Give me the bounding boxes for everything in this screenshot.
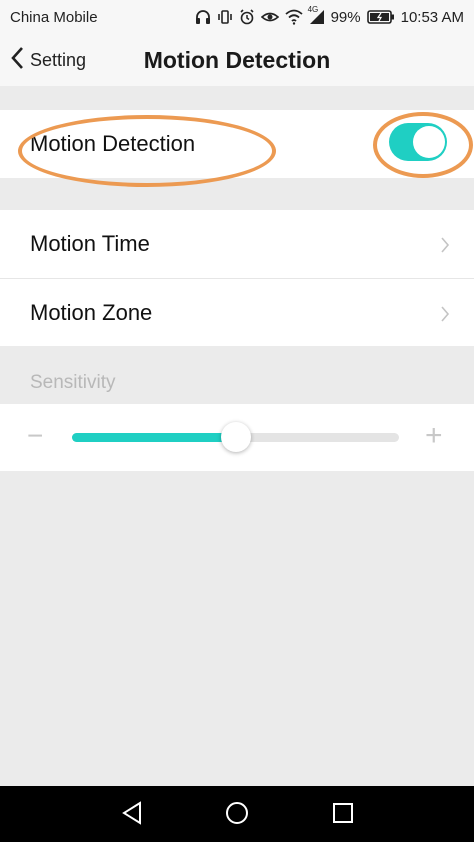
sensitivity-slider[interactable] xyxy=(72,422,399,452)
back-label: Setting xyxy=(30,49,87,70)
signal-icon: 4G xyxy=(308,5,325,25)
app-header: Setting Motion Detection xyxy=(0,34,474,86)
alarm-icon xyxy=(239,9,255,25)
eye-icon xyxy=(260,9,279,25)
motion-settings-card: Motion Time Motion Zone xyxy=(0,210,474,346)
clock: 10:53 AM xyxy=(400,8,464,26)
motion-zone-label: Motion Zone xyxy=(30,299,153,325)
vibrate-icon xyxy=(217,9,233,25)
motion-time-row[interactable]: Motion Time xyxy=(0,210,474,278)
chevron-right-icon xyxy=(440,303,450,329)
plus-icon[interactable]: + xyxy=(425,421,443,451)
slider-thumb[interactable] xyxy=(220,422,251,452)
toggle-knob xyxy=(413,126,445,158)
wifi-icon xyxy=(284,9,303,25)
battery-icon xyxy=(366,10,395,24)
carrier-name: China Mobile xyxy=(10,8,98,26)
motion-zone-row[interactable]: Motion Zone xyxy=(0,278,474,346)
chevron-right-icon xyxy=(440,234,450,260)
motion-time-label: Motion Time xyxy=(30,231,150,256)
chevron-left-icon xyxy=(10,46,24,75)
battery-percent: 99% xyxy=(330,8,361,26)
back-button[interactable]: Setting xyxy=(10,44,86,76)
motion-detection-toggle[interactable] xyxy=(389,123,447,161)
status-bar: China Mobile 4G 99% 10:53 AM xyxy=(0,0,474,34)
status-icons: 4G 99% 10:53 AM xyxy=(195,5,464,26)
home-circle-icon[interactable] xyxy=(224,800,250,831)
recents-square-icon[interactable] xyxy=(330,800,356,831)
network-type: 4G xyxy=(307,5,319,14)
back-triangle-icon[interactable] xyxy=(120,800,146,831)
motion-detection-label: Motion Detection xyxy=(30,131,196,156)
minus-icon[interactable]: − xyxy=(27,421,43,451)
android-nav-bar xyxy=(0,786,474,842)
sensitivity-label: Sensitivity xyxy=(30,372,116,393)
slider-fill xyxy=(72,433,236,442)
headset-icon xyxy=(195,9,211,25)
